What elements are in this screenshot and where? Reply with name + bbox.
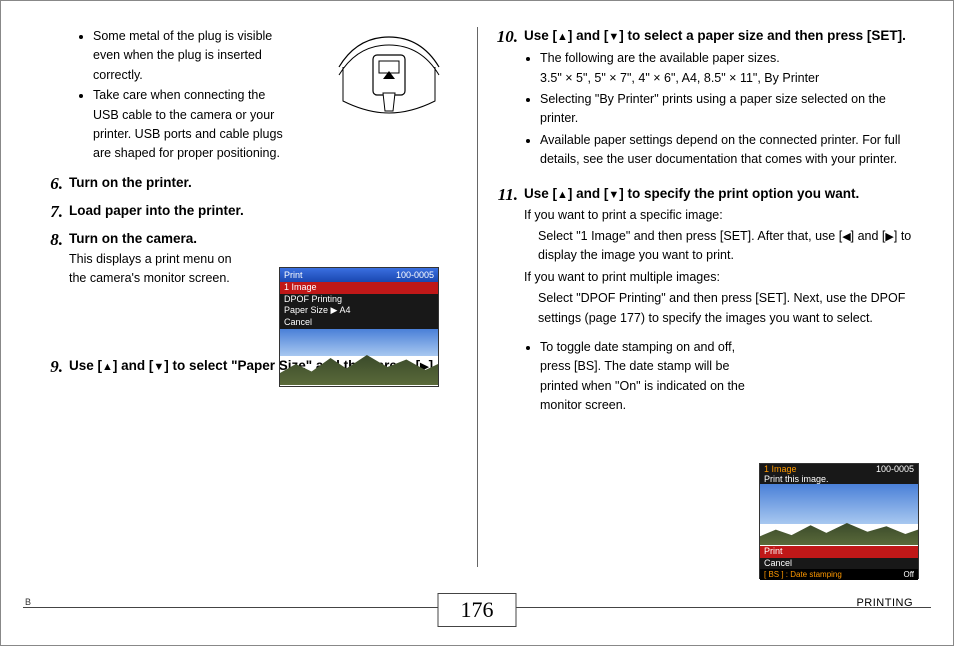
step-number: 6. bbox=[41, 174, 69, 194]
intro-bullets: Some metal of the plug is visible even w… bbox=[41, 27, 291, 164]
down-triangle-icon: ▼ bbox=[153, 361, 164, 373]
intro-bullet: Some metal of the plug is visible even w… bbox=[93, 27, 291, 85]
step-number: 10. bbox=[496, 27, 524, 47]
right-triangle-icon: ▶ bbox=[885, 231, 893, 243]
ss1-menu-item: Cancel bbox=[280, 317, 438, 329]
ss2-menu-item: Print bbox=[760, 546, 918, 558]
print-confirm-screenshot: 1 Image 100-0005 Print this image. Print… bbox=[759, 463, 919, 579]
page-footer: B 176 PRINTING bbox=[1, 591, 953, 645]
step-11-bullet: To toggle date stamping on and off, pres… bbox=[524, 338, 754, 416]
step-number: 9. bbox=[41, 357, 69, 377]
footer-left-mark: B bbox=[25, 597, 31, 607]
step-number: 8. bbox=[41, 230, 69, 250]
intro-bullet: Take care when connecting the USB cable … bbox=[93, 86, 291, 164]
up-triangle-icon: ▲ bbox=[557, 189, 568, 201]
ss2-foot-left: [ BS ] : Date stamping bbox=[764, 570, 842, 579]
step-title: Use [▲] and [▼] to specify the print opt… bbox=[524, 185, 913, 203]
ss2-menu-item: Cancel bbox=[760, 558, 918, 570]
step-number: 7. bbox=[41, 202, 69, 222]
left-triangle-icon: ◀ bbox=[842, 231, 850, 243]
list-item: To toggle date stamping on and off, pres… bbox=[540, 338, 754, 416]
step-title: Use [▲] and [▼] to select a paper size a… bbox=[524, 27, 913, 45]
step-subtext: If you want to print a specific image: bbox=[524, 206, 913, 225]
ss1-counter: 100-0005 bbox=[396, 270, 434, 280]
list-item: Available paper settings depend on the c… bbox=[540, 131, 913, 170]
ss2-foot-right: Off bbox=[903, 570, 914, 579]
step-10-bullets: The following are the available paper si… bbox=[524, 49, 913, 169]
step-subtext: This displays a print menu on the camera… bbox=[69, 250, 249, 289]
ss1-menu-item: 1 Image bbox=[280, 282, 438, 294]
list-item: Selecting "By Printer" prints using a pa… bbox=[540, 90, 913, 129]
list-item: The following are the available paper si… bbox=[540, 49, 913, 88]
down-triangle-icon: ▼ bbox=[608, 189, 619, 201]
ss2-line1: 1 Image bbox=[760, 464, 801, 474]
step-title: Turn on the printer. bbox=[69, 174, 459, 192]
step-title: Turn on the camera. bbox=[69, 230, 249, 248]
up-triangle-icon: ▲ bbox=[557, 31, 568, 43]
ss1-menu-item: DPOF Printing bbox=[280, 294, 438, 306]
ss2-counter: 100-0005 bbox=[876, 464, 918, 474]
ss1-title: Print bbox=[284, 270, 303, 280]
step-subtext: Select "1 Image" and then press [SET]. A… bbox=[524, 227, 913, 266]
up-triangle-icon: ▲ bbox=[102, 361, 113, 373]
down-triangle-icon: ▼ bbox=[608, 31, 619, 43]
step-title: Load paper into the printer. bbox=[69, 202, 459, 220]
step-subtext: If you want to print multiple images: bbox=[524, 268, 913, 287]
step-subtext: Select "DPOF Printing" and then press [S… bbox=[524, 289, 913, 328]
step-number: 11. bbox=[496, 185, 524, 205]
print-menu-screenshot: Print 100-0005 1 Image DPOF Printing Pap… bbox=[279, 267, 439, 387]
manual-page: Some metal of the plug is visible even w… bbox=[0, 0, 954, 646]
page-number: 176 bbox=[438, 593, 517, 627]
section-label: PRINTING bbox=[856, 597, 913, 609]
step-11: 11. Use [▲] and [▼] to specify the print… bbox=[496, 185, 913, 423]
camera-plug-illustration bbox=[337, 31, 441, 115]
ss2-line2: Print this image. bbox=[760, 474, 918, 484]
step-10: 10. Use [▲] and [▼] to select a paper si… bbox=[496, 27, 913, 177]
step-7: 7. Load paper into the printer. bbox=[41, 202, 459, 222]
step-6: 6. Turn on the printer. bbox=[41, 174, 459, 194]
ss1-menu-item: Paper Size ▶ A4 bbox=[280, 305, 438, 317]
